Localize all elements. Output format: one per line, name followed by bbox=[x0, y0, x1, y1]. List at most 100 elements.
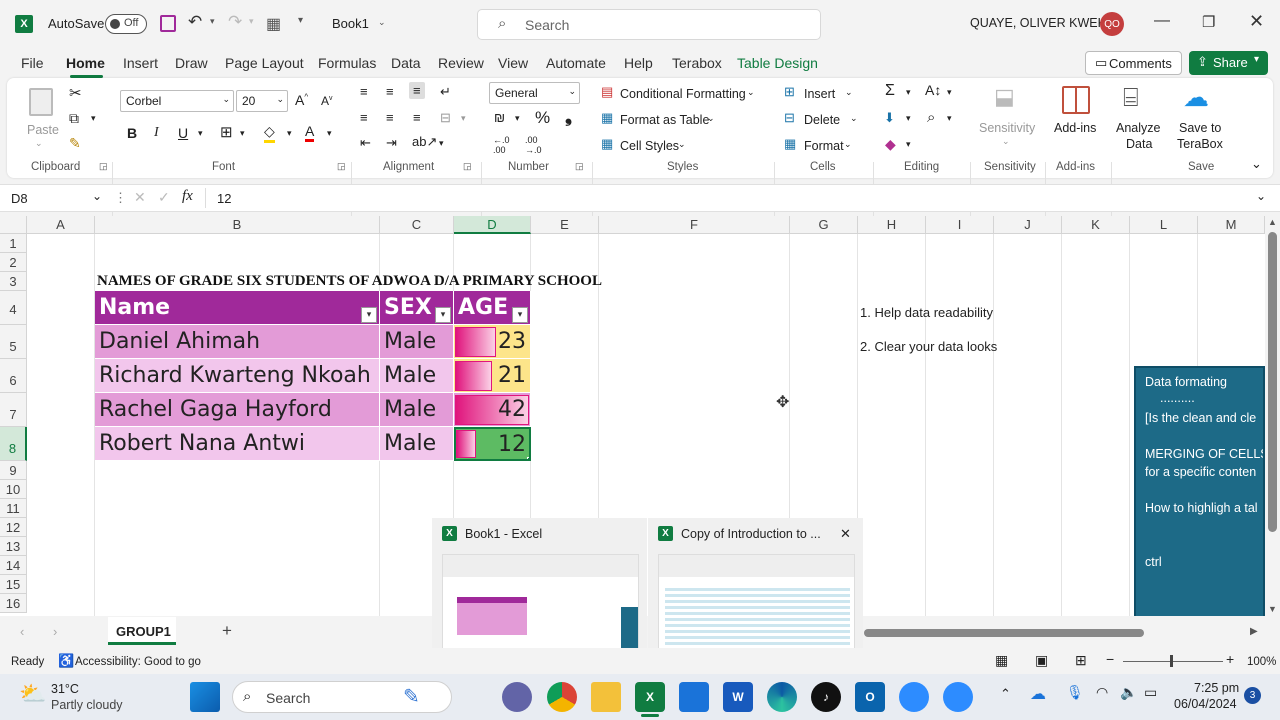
clear-icon[interactable]: ◆ bbox=[885, 136, 896, 153]
conditional-formatting-dropdown-icon[interactable]: ⌄ bbox=[747, 87, 755, 98]
wrap-text-icon[interactable]: ↵ bbox=[440, 84, 451, 100]
save-icon[interactable] bbox=[160, 15, 176, 32]
accounting-dropdown-icon[interactable]: ▾ bbox=[515, 113, 520, 124]
copy-icon[interactable]: ⧉ bbox=[69, 110, 79, 127]
font-color-dropdown-icon[interactable]: ▾ bbox=[327, 128, 332, 139]
add-ins-button-label[interactable]: Add-ins bbox=[1054, 121, 1096, 135]
filter-dropdown-icon[interactable]: ▾ bbox=[512, 307, 528, 323]
tab-home[interactable]: Home bbox=[66, 55, 105, 71]
fill-color-dropdown-icon[interactable]: ▾ bbox=[287, 128, 292, 139]
zoom-level[interactable]: 100% bbox=[1247, 656, 1276, 668]
row-header[interactable]: 13 bbox=[0, 537, 27, 556]
horizontal-scroll-thumb[interactable] bbox=[864, 629, 1144, 637]
filter-dropdown-icon[interactable]: ▾ bbox=[435, 307, 451, 323]
scroll-right-icon[interactable]: ▶ bbox=[1250, 626, 1258, 637]
name-box-dropdown-icon[interactable]: ⌄ bbox=[92, 189, 102, 203]
cell-name[interactable]: Rachel Gaga Hayford bbox=[95, 393, 380, 427]
tab-help[interactable]: Help bbox=[624, 55, 653, 71]
fill-dropdown-icon[interactable]: ▾ bbox=[906, 113, 911, 124]
workbook-name[interactable]: Book1 bbox=[332, 16, 369, 31]
format-as-table-icon[interactable]: ▦ bbox=[601, 110, 613, 126]
format-as-table-dropdown-icon[interactable]: ⌄ bbox=[707, 113, 715, 124]
cell-sex[interactable]: Male bbox=[380, 427, 454, 461]
note-line[interactable]: 2. Clear your data looks bbox=[860, 339, 997, 354]
tab-file[interactable]: File bbox=[21, 55, 44, 71]
row-header[interactable]: 14 bbox=[0, 556, 27, 575]
notification-badge[interactable]: 3 bbox=[1244, 687, 1261, 704]
row-header[interactable]: 12 bbox=[0, 518, 27, 537]
restore-icon[interactable]: ❐ bbox=[1202, 13, 1215, 31]
cell-name[interactable]: Robert Nana Antwi bbox=[95, 427, 380, 461]
tab-page-layout[interactable]: Page Layout bbox=[225, 55, 304, 71]
table-header-name[interactable]: Name ▾ bbox=[95, 291, 380, 325]
format-cells-icon[interactable]: ▦ bbox=[784, 136, 796, 152]
number-launcher-icon[interactable]: ◲ bbox=[575, 161, 584, 172]
minimize-icon[interactable]: — bbox=[1154, 12, 1170, 30]
terabox-cloud-icon[interactable]: ☁ bbox=[1183, 82, 1209, 113]
cell-name[interactable]: Daniel Ahimah bbox=[95, 325, 380, 359]
volume-icon[interactable]: 🔈 bbox=[1120, 684, 1137, 701]
comments-button[interactable]: ▭ Comments bbox=[1085, 51, 1182, 75]
clock-time[interactable]: 7:25 pm bbox=[1194, 681, 1239, 695]
row-header[interactable]: 9 bbox=[0, 461, 27, 480]
zoom-icon[interactable] bbox=[899, 682, 929, 712]
sort-filter-dropdown-icon[interactable]: ▾ bbox=[947, 87, 952, 98]
cell-sex[interactable]: Male bbox=[380, 325, 454, 359]
scroll-up-icon[interactable]: ▲ bbox=[1268, 217, 1277, 227]
clock-date[interactable]: 06/04/2024 bbox=[1174, 697, 1237, 711]
tab-draw[interactable]: Draw bbox=[175, 55, 208, 71]
underline-icon[interactable]: U bbox=[178, 125, 188, 141]
format-as-table-button[interactable]: Format as Table bbox=[620, 113, 709, 127]
column-header[interactable]: C bbox=[380, 216, 454, 234]
scroll-thumb[interactable] bbox=[1268, 232, 1277, 532]
row-header[interactable]: 3 bbox=[0, 272, 27, 291]
taskbar-search[interactable]: ⌕ Search ✎ bbox=[232, 681, 452, 713]
tiktok-icon[interactable]: ♪ bbox=[811, 682, 841, 712]
tab-view[interactable]: View bbox=[498, 55, 528, 71]
horizontal-scrollbar[interactable]: ▶ bbox=[864, 625, 1264, 639]
taskbar-preview[interactable]: X Copy of Introduction to ... ✕ bbox=[648, 518, 863, 658]
sensitivity-dropdown-icon[interactable]: ⌄ bbox=[1002, 136, 1010, 147]
battery-icon[interactable]: ▭ bbox=[1144, 684, 1157, 701]
outlook-icon[interactable]: O bbox=[855, 682, 885, 712]
italic-icon[interactable]: I bbox=[154, 125, 159, 141]
cell-styles-button[interactable]: Cell Styles bbox=[620, 139, 679, 153]
vertical-scrollbar[interactable]: ▲ ▼ bbox=[1265, 216, 1280, 616]
insert-cells-icon[interactable]: ⊞ bbox=[784, 84, 795, 100]
analyze-data-label-2[interactable]: Data bbox=[1126, 137, 1152, 151]
delete-cells-icon[interactable]: ⊟ bbox=[784, 110, 795, 126]
row-header[interactable]: 2 bbox=[0, 253, 27, 272]
user-name[interactable]: QUAYE, OLIVER KWEKU bbox=[970, 16, 1115, 30]
cut-icon[interactable]: ✂ bbox=[69, 84, 82, 102]
percent-icon[interactable]: % bbox=[535, 108, 550, 128]
preview-close-icon[interactable]: ✕ bbox=[840, 526, 851, 542]
cancel-entry-icon[interactable]: ✕ bbox=[134, 189, 146, 206]
row-header[interactable]: 10 bbox=[0, 480, 27, 499]
column-header[interactable]: F bbox=[599, 216, 790, 234]
zoom-out-icon[interactable]: − bbox=[1106, 651, 1114, 667]
table-header-age[interactable]: AGE ▾ bbox=[454, 291, 531, 325]
tab-formulas[interactable]: Formulas bbox=[318, 55, 376, 71]
conditional-formatting-button[interactable]: Conditional Formatting bbox=[620, 87, 746, 101]
row-header[interactable]: 5 bbox=[0, 325, 27, 359]
add-sheet-icon[interactable]: + bbox=[222, 621, 232, 641]
bold-icon[interactable]: B bbox=[127, 125, 137, 141]
form-icon[interactable]: ▦ bbox=[266, 14, 281, 34]
underline-dropdown-icon[interactable]: ▾ bbox=[198, 128, 203, 139]
autosum-icon[interactable]: Σ bbox=[885, 82, 895, 100]
normal-view-icon[interactable]: ▦ bbox=[995, 652, 1008, 669]
row-header[interactable]: 6 bbox=[0, 359, 27, 393]
tab-data[interactable]: Data bbox=[391, 55, 421, 71]
font-color-icon[interactable]: A bbox=[305, 123, 315, 142]
paste-label[interactable]: Paste bbox=[27, 123, 59, 137]
column-header[interactable]: E bbox=[531, 216, 599, 234]
align-middle-icon[interactable]: ≡ bbox=[386, 84, 394, 99]
delete-cells-dropdown-icon[interactable]: ⌄ bbox=[850, 113, 858, 124]
cell-age[interactable]: 21 bbox=[454, 359, 531, 393]
delete-cells-button[interactable]: Delete bbox=[804, 113, 840, 127]
column-header[interactable]: A bbox=[27, 216, 95, 234]
decrease-font-icon[interactable]: Av bbox=[321, 94, 333, 108]
align-right-icon[interactable]: ≡ bbox=[413, 110, 421, 125]
decrease-indent-icon[interactable]: ⇤ bbox=[360, 135, 371, 151]
redo-icon[interactable]: ↷ bbox=[228, 12, 242, 32]
